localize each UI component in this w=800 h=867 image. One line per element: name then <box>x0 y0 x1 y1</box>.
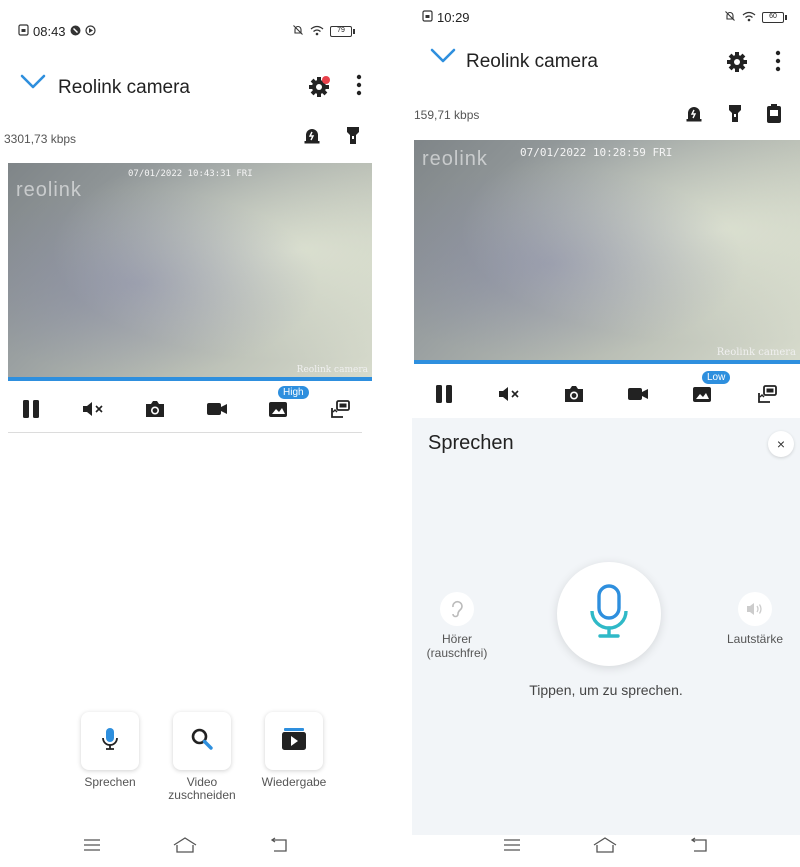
settings-gear-icon[interactable] <box>308 76 330 103</box>
close-icon[interactable]: × <box>768 431 794 457</box>
action-crop-video-label: Video zuschneiden <box>168 775 236 802</box>
snapshot-camera-icon[interactable] <box>558 378 590 410</box>
snapshot-camera-icon[interactable] <box>139 393 171 425</box>
controls-divider <box>8 432 362 433</box>
action-talk-tile[interactable] <box>81 712 139 770</box>
battery-indicator: 79 <box>330 26 355 37</box>
floodlight-icon[interactable] <box>728 104 742 129</box>
top-icon-group <box>302 126 360 151</box>
system-nav-bar <box>412 827 800 867</box>
microphone-icon <box>99 726 121 757</box>
video-brand-watermark: reolink <box>16 179 82 201</box>
quick-actions: Sprechen Video zuschneiden Wiedergabe <box>74 712 330 802</box>
menu-nav-icon[interactable] <box>82 838 102 857</box>
app-header: Reolink camera <box>0 68 372 108</box>
app-header: Reolink camera <box>412 42 800 82</box>
chevron-down-icon[interactable] <box>430 48 456 69</box>
action-crop-video-tile[interactable] <box>173 712 231 770</box>
quality-toggle-icon[interactable]: Low <box>687 370 732 410</box>
status-time: 08:43 <box>33 24 66 39</box>
mute-audio-icon[interactable] <box>493 378 525 410</box>
more-menu-icon[interactable] <box>356 74 362 102</box>
mute-bell-icon <box>724 10 736 25</box>
top-icon-group <box>684 104 782 129</box>
back-nav-icon[interactable] <box>688 836 710 858</box>
action-talk-label: Sprechen <box>84 775 136 789</box>
fullscreen-rotate-icon[interactable] <box>752 378 784 410</box>
video-camera-label: Reolink camera <box>296 365 368 375</box>
action-playback[interactable]: Wiedergabe <box>258 712 330 802</box>
quality-toggle-icon[interactable]: High <box>263 385 310 425</box>
mute-audio-icon[interactable] <box>77 393 109 425</box>
home-nav-icon[interactable] <box>592 836 618 859</box>
action-crop-video[interactable]: Video zuschneiden <box>166 712 238 802</box>
ear-icon[interactable] <box>440 592 474 626</box>
record-video-icon[interactable] <box>622 378 654 410</box>
volume-label: Lautstärke <box>726 632 784 646</box>
mute-bell-icon <box>292 24 304 39</box>
playback-icon <box>281 727 307 756</box>
settings-gear-icon[interactable] <box>726 51 748 78</box>
chevron-down-icon[interactable] <box>20 74 46 95</box>
status-time-group: 08:43 <box>18 24 96 39</box>
home-nav-icon[interactable] <box>172 836 198 859</box>
bitrate-readout: 3301,73 kbps <box>4 132 77 146</box>
system-nav-bar <box>0 827 372 867</box>
back-nav-icon[interactable] <box>268 836 290 858</box>
menu-nav-icon[interactable] <box>502 838 522 857</box>
action-talk[interactable]: Sprechen <box>74 712 146 802</box>
video-control-bar: Low <box>412 370 800 416</box>
video-progress-bar <box>8 377 372 381</box>
left-phone-screen: 08:43 79 Reolink camera 3301,73 kbps reo… <box>0 0 372 867</box>
status-bar: 10:29 60 <box>412 10 800 40</box>
video-timestamp: 07/01/2022 10:28:59 FRI <box>520 146 673 159</box>
more-menu-icon[interactable] <box>775 50 781 78</box>
wifi-icon <box>742 10 756 25</box>
bitrate-readout: 159,71 kbps <box>414 108 480 122</box>
status-time: 10:29 <box>437 10 470 25</box>
push-to-talk-button[interactable] <box>557 562 661 666</box>
video-control-bar: High <box>0 385 372 431</box>
floodlight-icon[interactable] <box>346 126 360 151</box>
record-video-icon[interactable] <box>201 393 233 425</box>
pause-icon[interactable] <box>15 393 47 425</box>
video-camera-label: Reolink camera <box>716 347 796 358</box>
video-brand-watermark: reolink <box>422 148 488 170</box>
location-icon <box>84 24 96 39</box>
talk-panel: Sprechen × Hörer (rauschfrei) Lautstärke… <box>412 418 800 835</box>
camera-title[interactable]: Reolink camera <box>466 51 598 73</box>
status-icons: 60 <box>724 10 787 25</box>
pause-icon[interactable] <box>428 378 460 410</box>
talk-panel-title: Sprechen <box>428 432 514 454</box>
dnd-icon <box>70 24 81 39</box>
tap-to-talk-hint: Tippen, um zu sprechen. <box>529 682 683 698</box>
speaker-volume-icon[interactable] <box>738 592 772 626</box>
live-video-view[interactable]: reolink 07/01/2022 10:43:31 FRI Reolink … <box>8 163 372 381</box>
battery-status-icon[interactable] <box>766 104 782 129</box>
wifi-icon <box>310 24 324 39</box>
earpiece-mode[interactable]: Hörer (rauschfrei) <box>412 592 502 660</box>
screen-icon <box>422 10 433 25</box>
live-video-view[interactable]: reolink 07/01/2022 10:28:59 FRI Reolink … <box>414 140 800 364</box>
status-bar: 08:43 79 <box>0 24 372 54</box>
earpiece-label: Hörer (rauschfrei) <box>426 632 488 660</box>
video-timestamp: 07/01/2022 10:43:31 FRI <box>128 169 253 179</box>
video-progress-bar <box>414 360 800 364</box>
magnifier-icon <box>190 727 214 756</box>
siren-bell-icon[interactable] <box>302 126 322 151</box>
status-time-group: 10:29 <box>422 10 470 25</box>
quality-badge: High <box>277 385 310 400</box>
action-playback-tile[interactable] <box>265 712 323 770</box>
siren-bell-icon[interactable] <box>684 104 704 129</box>
quality-badge: Low <box>700 370 732 385</box>
right-phone-screen: 10:29 60 Reolink camera 159,71 kbps reol… <box>412 0 800 867</box>
microphone-icon <box>587 583 631 646</box>
status-icons: 79 <box>292 24 355 39</box>
action-playback-label: Wiedergabe <box>261 775 327 789</box>
camera-title[interactable]: Reolink camera <box>58 77 190 99</box>
volume-control[interactable]: Lautstärke <box>710 592 800 646</box>
battery-indicator: 60 <box>762 12 787 23</box>
screen-icon <box>18 24 29 39</box>
fullscreen-rotate-icon[interactable] <box>325 393 357 425</box>
